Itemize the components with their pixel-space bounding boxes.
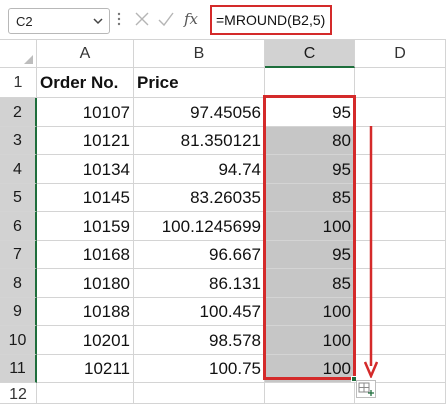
cell-b12[interactable] [134,383,265,404]
column-header-b[interactable]: B [134,40,265,68]
cell-b1[interactable]: Price [134,68,265,98]
cell-b4[interactable]: 94.74 [134,155,265,184]
cell-c1[interactable] [265,68,355,98]
cell-a7[interactable]: 10168 [37,241,134,269]
cell-a1[interactable]: Order No. [37,68,134,98]
cell-a10[interactable]: 10201 [37,326,134,355]
cell-a9[interactable]: 10188 [37,298,134,326]
cell-a3[interactable]: 10121 [37,127,134,155]
auto-fill-options-icon[interactable] [356,380,376,398]
cell-b8[interactable]: 86.131 [134,269,265,298]
row-header-10[interactable]: 10 [0,326,37,355]
cell-b10[interactable]: 98.578 [134,326,265,355]
cell-a8[interactable]: 10180 [37,269,134,298]
cancel-x-icon[interactable] [132,9,152,29]
column-header-d[interactable]: D [355,40,446,68]
row-header-9[interactable]: 9 [0,298,37,326]
cell-a2[interactable]: 10107 [37,98,134,127]
cell-a6[interactable]: 10159 [37,212,134,241]
cell-b11[interactable]: 100.75 [134,355,265,383]
cell-c12[interactable] [265,383,355,404]
row-header-8[interactable]: 8 [0,269,37,298]
fx-icon[interactable]: fx [182,8,204,30]
row-header-7[interactable]: 7 [0,241,37,269]
cell-a5[interactable]: 10145 [37,184,134,212]
column-header-c[interactable]: C [265,40,355,68]
svg-text:fx: fx [183,10,199,28]
cell-b6[interactable]: 100.1245699 [134,212,265,241]
row-header-12[interactable]: 12 [0,383,37,404]
name-box[interactable]: C2 [8,8,110,34]
cell-b3[interactable]: 81.350121 [134,127,265,155]
row-header-2[interactable]: 2 [0,98,37,127]
formula-bar: C2 fx =MROUND(B2,5) [0,0,446,40]
cell-b2[interactable]: 97.45056 [134,98,265,127]
name-box-value: C2 [16,14,33,29]
row-header-6[interactable]: 6 [0,212,37,241]
row-header-11[interactable]: 11 [0,355,37,383]
cell-b5[interactable]: 83.26035 [134,184,265,212]
more-vertical-icon[interactable] [117,11,121,27]
row-header-5[interactable]: 5 [0,184,37,212]
arrow-down-icon [364,126,378,378]
formula-input[interactable]: =MROUND(B2,5) [210,5,332,35]
cell-a12[interactable] [37,383,134,404]
column-header-a[interactable]: A [37,40,134,68]
selection-highlight [263,95,356,380]
cell-b7[interactable]: 96.667 [134,241,265,269]
select-all-corner-icon[interactable] [0,40,37,68]
row-header-3[interactable]: 3 [0,127,37,155]
row-header-4[interactable]: 4 [0,155,37,184]
cell-a11[interactable]: 10211 [37,355,134,383]
cell-d1[interactable] [355,68,446,98]
chevron-down-icon[interactable] [91,14,105,28]
cell-b9[interactable]: 100.457 [134,298,265,326]
check-icon[interactable] [156,9,176,29]
cell-d2[interactable] [355,98,446,127]
cell-a4[interactable]: 10134 [37,155,134,184]
formula-text: =MROUND(B2,5) [216,12,326,28]
row-header-1[interactable]: 1 [0,68,37,98]
